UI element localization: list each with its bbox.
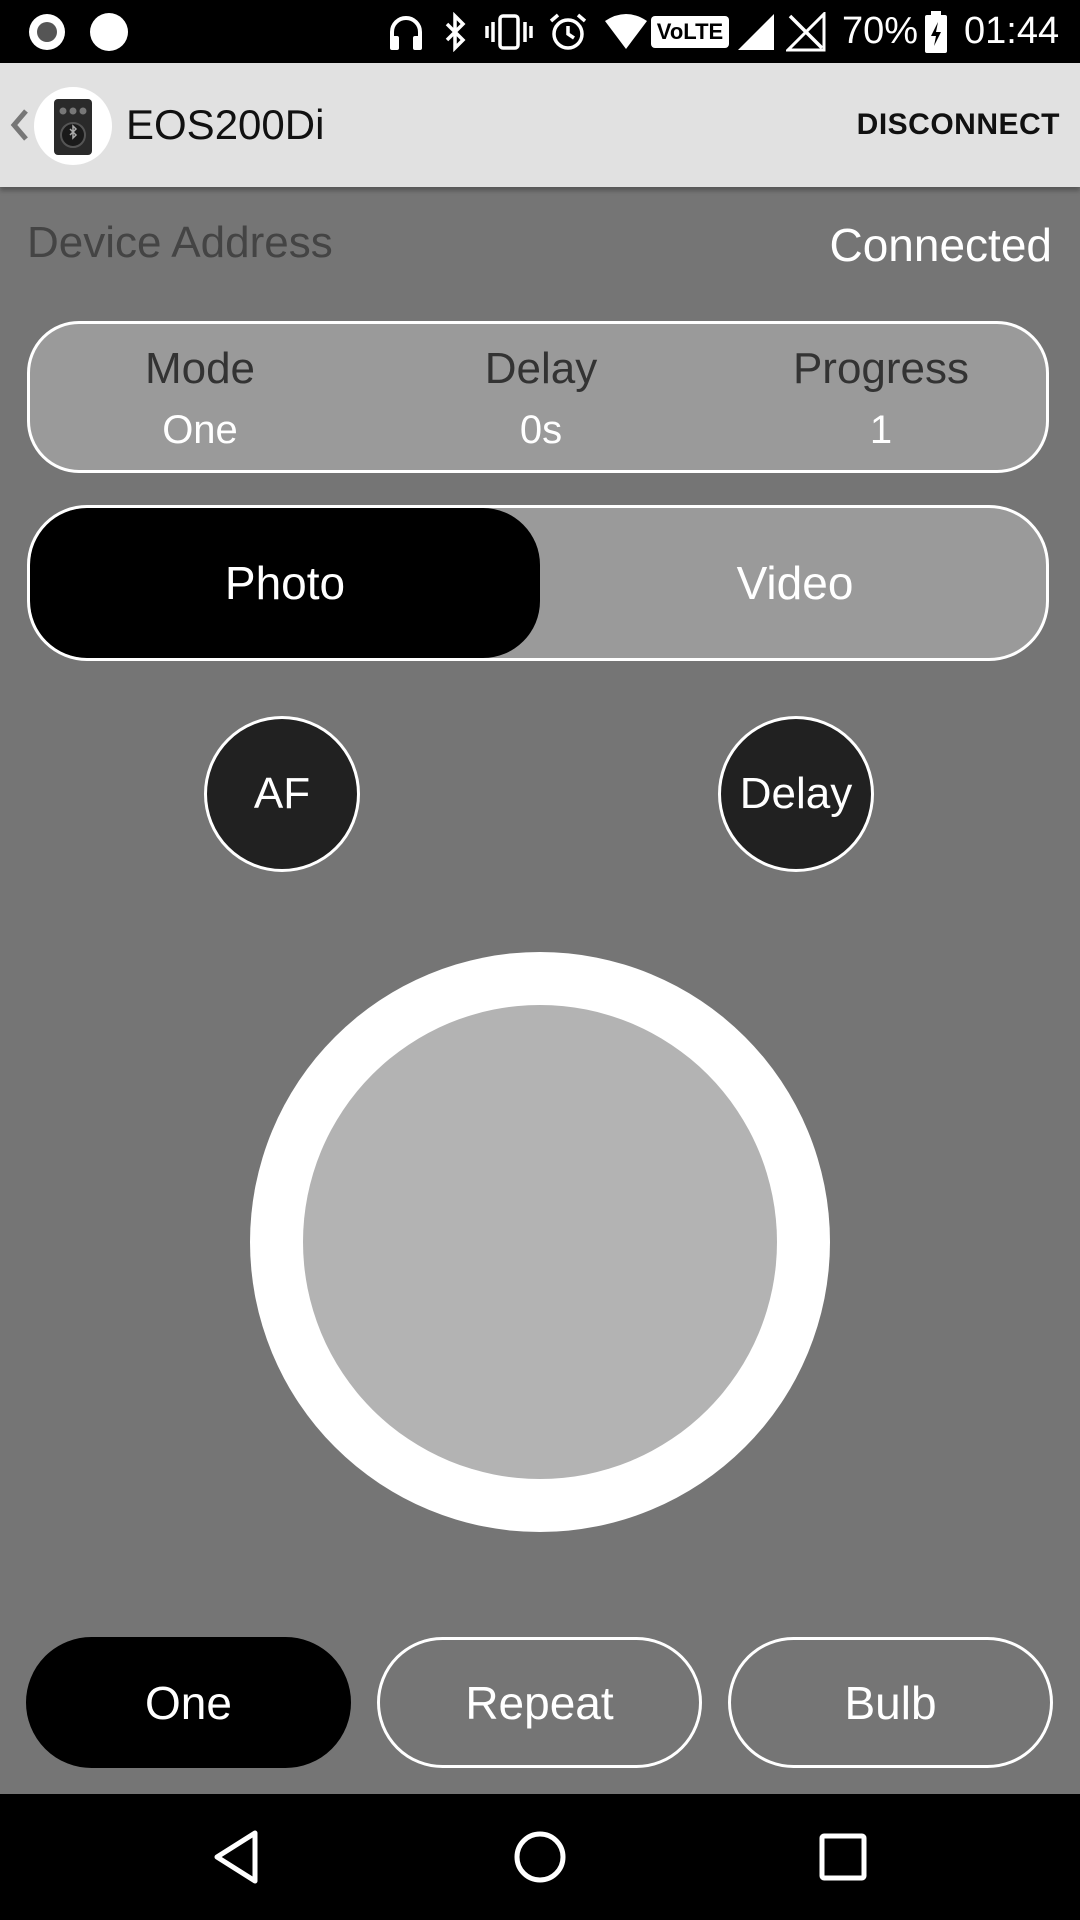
af-button[interactable]: AF: [204, 716, 360, 872]
disconnect-button[interactable]: DISCONNECT: [857, 63, 1060, 187]
dot-icon: [88, 0, 130, 63]
vibrate-icon: [484, 0, 534, 63]
volte-icon: VoLTE: [650, 0, 730, 63]
info-progress-label: Progress: [792, 344, 970, 393]
info-delay-label: Delay: [484, 344, 598, 393]
info-mode-value: One: [162, 408, 238, 452]
no-sim-icon: [784, 0, 828, 63]
volte-badge: VoLTE: [650, 15, 730, 48]
nav-back-icon[interactable]: [176, 1794, 296, 1920]
headphones-icon: [384, 0, 428, 63]
connection-status: Connected: [829, 219, 1053, 271]
alarm-icon: [546, 0, 590, 63]
speaker-device-icon: [54, 99, 92, 155]
record-icon: [26, 0, 68, 63]
info-progress-value: 1: [869, 408, 893, 452]
navigation-bar: [0, 1794, 1080, 1920]
photo-tab[interactable]: Photo: [30, 508, 540, 658]
video-tab[interactable]: Video: [540, 508, 1046, 658]
device-address-label: Device Address: [27, 218, 333, 267]
battery-charging-icon: [922, 0, 950, 63]
mode-bulb-button[interactable]: Bulb: [728, 1637, 1053, 1768]
mode-one-button[interactable]: One: [26, 1637, 351, 1768]
status-bar: VoLTE 70% 01:44: [0, 0, 1080, 63]
shutter-button-inner: [303, 1005, 777, 1479]
delay-button[interactable]: Delay: [718, 716, 874, 872]
signal-icon: [734, 0, 778, 63]
mode-repeat-button[interactable]: Repeat: [377, 1637, 702, 1768]
info-panel: Mode One Delay 0s Progress 1: [27, 321, 1049, 473]
nav-recents-icon[interactable]: [783, 1794, 903, 1920]
nav-home-icon[interactable]: [480, 1794, 600, 1920]
info-mode-label: Mode: [144, 344, 256, 393]
app-bar: EOS200Di DISCONNECT: [0, 63, 1080, 187]
bluetooth-icon: [438, 0, 474, 63]
shutter-button[interactable]: [250, 952, 830, 1532]
device-title: EOS200Di: [126, 101, 325, 148]
info-delay-value: 0s: [519, 408, 563, 452]
wifi-icon: [602, 0, 650, 63]
device-avatar: [34, 87, 112, 165]
back-chevron-icon[interactable]: [8, 103, 32, 147]
clock: 01:44: [964, 10, 1060, 52]
capture-type-toggle: Photo Video: [27, 505, 1049, 661]
battery-percent: 70%: [842, 10, 919, 52]
